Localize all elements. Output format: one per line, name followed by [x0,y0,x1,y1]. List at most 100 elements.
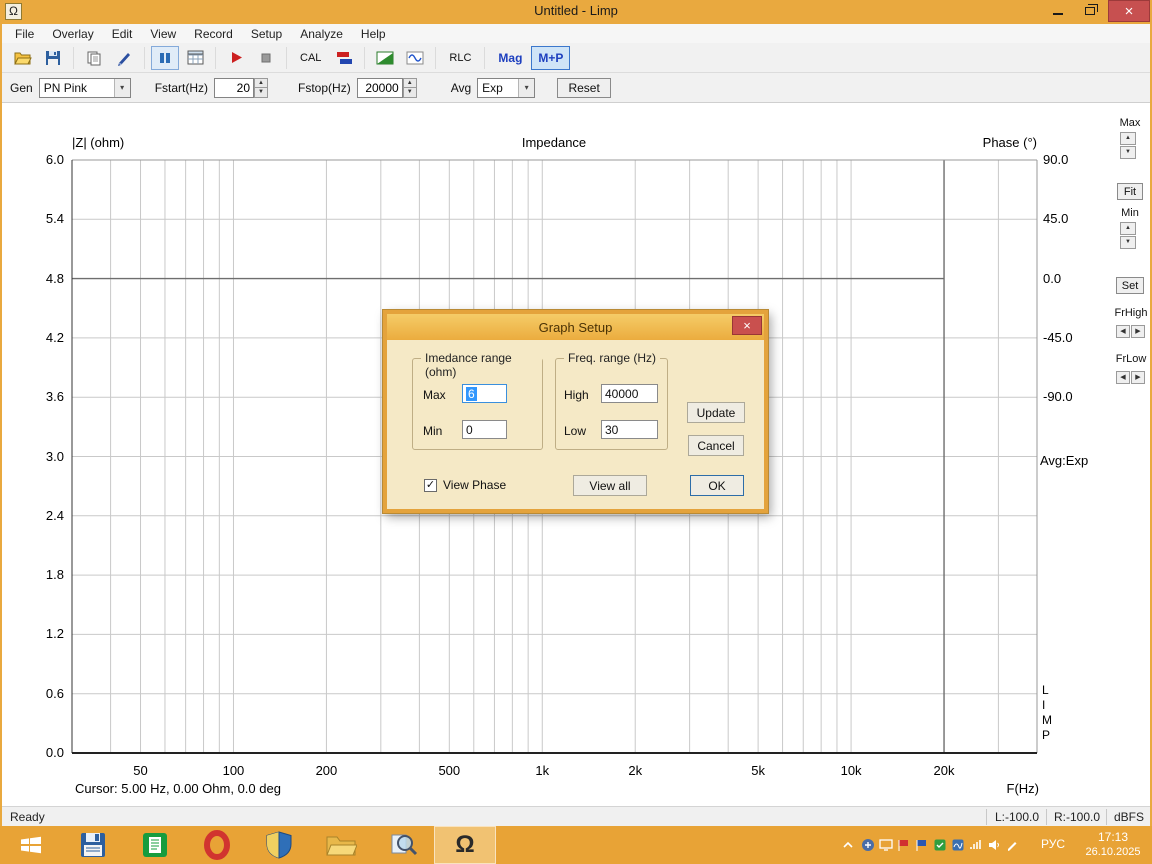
max-field[interactable]: 6 [462,384,507,403]
taskbar-app-explorer[interactable] [310,826,372,864]
menu-record[interactable]: Record [185,25,242,43]
record-button[interactable] [222,46,250,70]
calibrate-button[interactable]: CAL [293,46,328,70]
menu-view[interactable]: View [141,25,185,43]
open-folder-icon [14,52,32,64]
chevron-down-icon[interactable]: ▾ [518,78,535,97]
fstop-spinner[interactable]: ▲ ▼ [402,77,417,98]
edit-pen-button[interactable] [110,46,138,70]
tray-icon-network[interactable] [968,837,984,853]
menu-analyze[interactable]: Analyze [291,25,352,43]
down-arrow-icon[interactable]: ▼ [254,88,269,98]
open-file-button[interactable] [9,46,37,70]
min-field[interactable]: 0 [462,420,507,439]
stop-button[interactable] [252,46,280,70]
tray-icon-app1[interactable] [860,837,876,853]
table-view-button[interactable] [181,46,209,70]
frlow-right-button[interactable]: ▶ [1131,371,1145,384]
taskbar-clock[interactable]: 17:13 26.10.2025 [1078,830,1148,859]
taskbar-app-opera[interactable] [186,826,248,864]
taskbar-app-green-docs[interactable] [124,826,186,864]
cancel-button[interactable]: Cancel [688,435,744,456]
start-button[interactable] [0,826,62,864]
taskbar-app-search[interactable] [372,826,434,864]
menu-overlay[interactable]: Overlay [43,25,102,43]
save-file-button[interactable] [39,46,67,70]
fstart-spinner[interactable]: ▲ ▼ [254,77,269,98]
table-icon [187,50,203,65]
down-arrow-icon[interactable]: ▼ [402,88,417,98]
pause-button[interactable] [151,45,179,70]
dialog-titlebar[interactable]: Graph Setup × [387,314,764,340]
min-down-button[interactable]: ▼ [1120,236,1136,249]
max-up-button[interactable]: ▲ [1120,132,1136,145]
max-field-label: Max [423,388,446,402]
taskbar-app-defender[interactable] [248,826,310,864]
generator-type-select[interactable]: PN Pink ▾ [38,77,131,98]
taskbar-app-limp-active[interactable]: Ω [434,826,496,864]
tick-right: 0.0 [1043,270,1062,286]
flags-button[interactable] [330,46,358,70]
frlow-left-button[interactable]: ◀ [1116,371,1130,384]
averaging-select[interactable]: Exp ▾ [477,77,536,98]
blue-flag-icon [916,840,926,851]
reset-button[interactable]: Reset [557,77,612,98]
fstart-input[interactable] [214,77,255,98]
avg-label: Avg [450,80,472,95]
view-phase-checkbox[interactable]: ✓ [424,479,437,492]
fstop-input[interactable] [356,77,403,98]
tray-icon-app4[interactable] [950,837,966,853]
tick-x: 100 [222,763,245,778]
close-icon: × [1124,2,1134,20]
frhigh-left-button[interactable]: ◀ [1116,325,1130,338]
copy-button[interactable] [80,46,108,70]
restore-button[interactable] [1076,0,1104,22]
tray-icon-app2[interactable] [878,837,894,853]
min-up-button[interactable]: ▲ [1120,222,1136,235]
dialog-close-button[interactable]: × [732,316,762,335]
tick-x: 5k [751,763,765,778]
menu-file[interactable]: File [6,25,43,43]
tray-blue-badge-icon [862,839,874,851]
tray-icon-red-flag[interactable] [896,837,912,853]
generator-toolbar: Gen PN Pink ▾ Fstart(Hz) ▲▼ Fstop(Hz) ▲▼… [2,73,1150,103]
spectrum-button[interactable] [371,46,399,70]
fit-button[interactable]: Fit [1117,183,1143,200]
ok-button[interactable]: OK [690,475,744,496]
signal-button[interactable] [401,46,429,70]
tray-show-hidden-icons[interactable] [840,837,856,853]
fstop-label: Fstop(Hz) [298,80,351,95]
taskbar-app-save-tool[interactable] [62,826,124,864]
set-button[interactable]: Set [1116,277,1144,294]
averaging-value: Exp [482,80,503,95]
chevron-down-icon[interactable]: ▾ [113,78,130,97]
frhigh-right-button[interactable]: ▶ [1131,325,1145,338]
up-arrow-icon[interactable]: ▲ [254,77,269,88]
clock-time: 17:13 [1097,830,1129,844]
magnitude-view-button[interactable]: Mag [491,46,529,70]
language-indicator[interactable]: РУС [1036,837,1070,851]
windows-taskbar: Ω РУС 17:13 26.10.2025 [0,826,1152,864]
tray-icon-blue-flag[interactable] [914,837,930,853]
up-arrow-icon[interactable]: ▲ [402,77,417,88]
low-field[interactable]: 30 [601,420,658,439]
chart-title: Impedance [521,135,587,150]
frlow-label: FrLow [1115,353,1147,365]
close-button[interactable]: × [1108,0,1150,22]
high-field-label: High [564,388,589,402]
tray-icon-volume[interactable] [986,837,1002,853]
close-icon: × [743,318,751,333]
high-field[interactable]: 40000 [601,384,658,403]
rlc-button[interactable]: RLC [442,46,478,70]
tray-icon-pen[interactable] [1004,837,1020,853]
menu-edit[interactable]: Edit [103,25,142,43]
update-button[interactable]: Update [687,402,745,423]
max-down-button[interactable]: ▼ [1120,146,1136,159]
magnitude-phase-view-button[interactable]: M+P [531,45,571,70]
menu-help[interactable]: Help [352,25,395,43]
tray-icon-app3[interactable] [932,837,948,853]
menu-setup[interactable]: Setup [242,25,291,43]
minimize-button[interactable] [1044,0,1072,22]
toolbar-separator [484,46,486,69]
view-all-button[interactable]: View all [573,475,647,496]
